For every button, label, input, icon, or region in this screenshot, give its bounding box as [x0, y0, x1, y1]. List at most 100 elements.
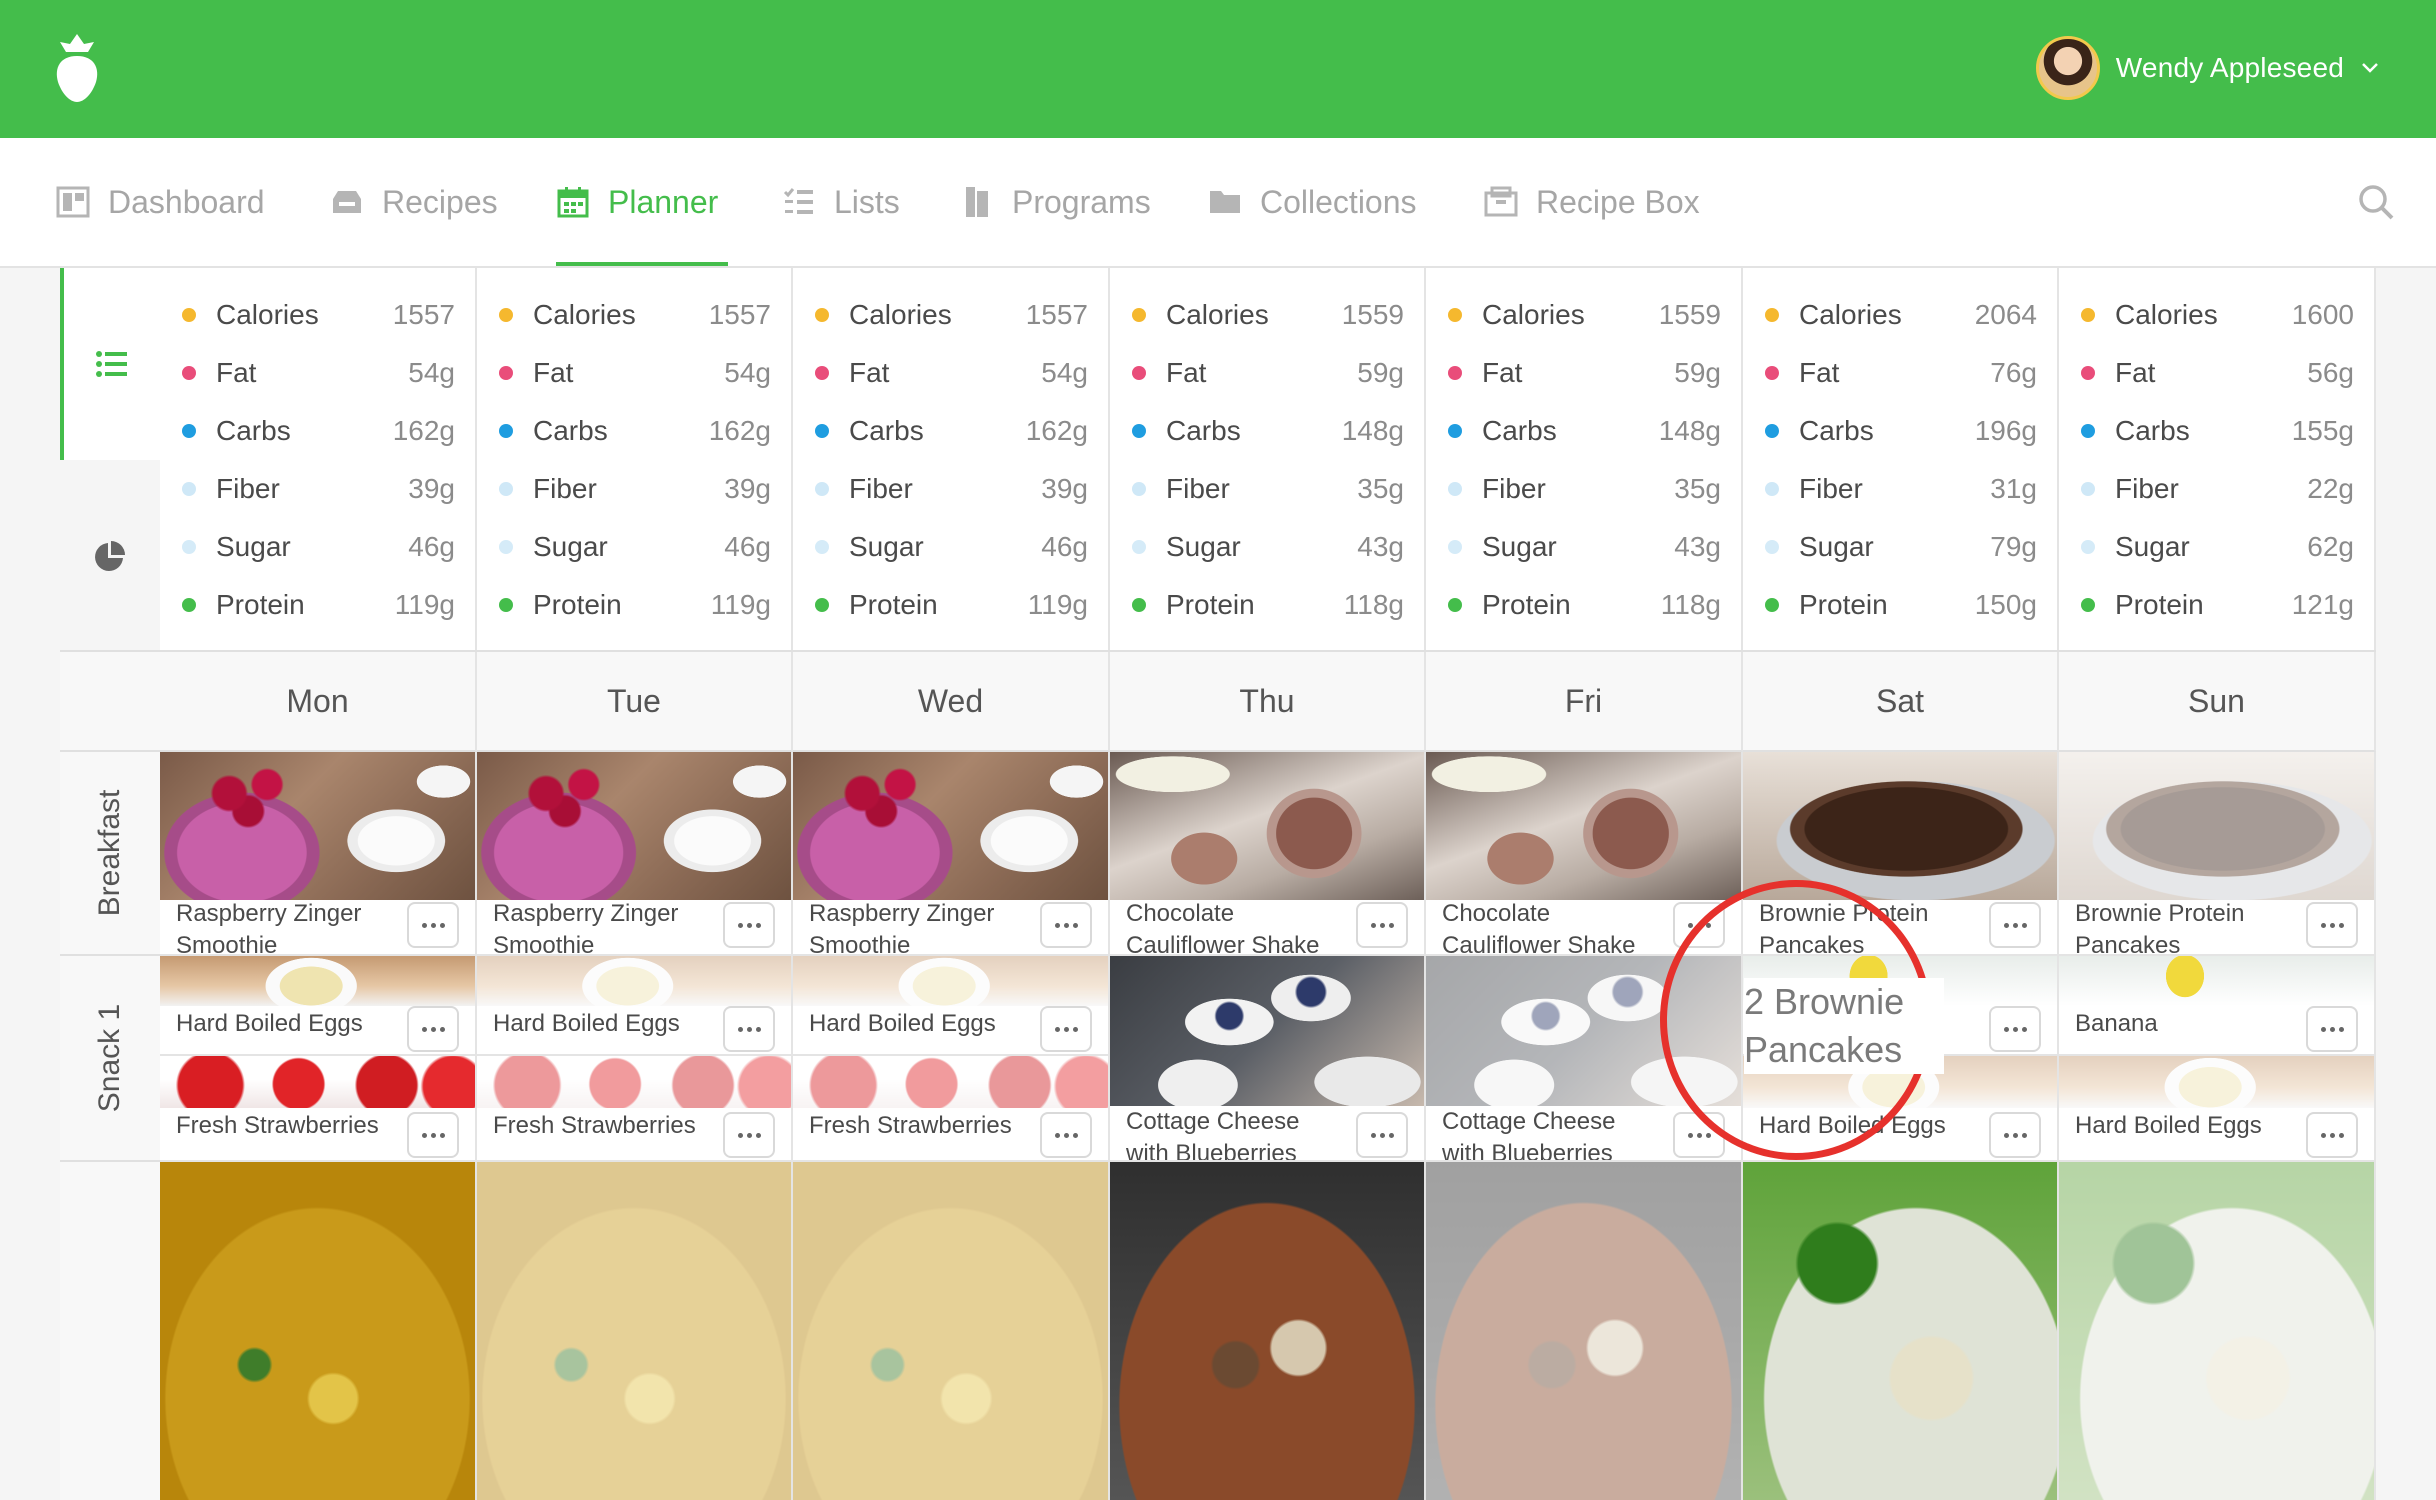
search-icon[interactable]: [2356, 182, 2396, 222]
strawberry-logo-icon[interactable]: [54, 32, 100, 104]
recipe-image[interactable]: [160, 956, 475, 1006]
meal-card[interactable]: [1110, 1162, 1426, 1500]
more-options-button[interactable]: [407, 1006, 459, 1052]
meal-card[interactable]: Fresh Strawberries: [793, 1056, 1110, 1162]
recipe-image[interactable]: [793, 956, 1108, 1006]
recipe-title[interactable]: Hard Boiled Eggs: [493, 1008, 701, 1040]
recipe-title[interactable]: Raspberry Zinger Smoothie: [176, 898, 385, 954]
recipe-title[interactable]: Hard Boiled Eggs: [176, 1008, 385, 1040]
more-options-button[interactable]: [2306, 902, 2358, 948]
recipe-title[interactable]: Chocolate Cauliflower Shake: [1442, 898, 1651, 954]
more-options-button[interactable]: [1356, 902, 1408, 948]
recipe-image[interactable]: [2059, 1056, 2374, 1108]
meal-card[interactable]: [1426, 1162, 1743, 1500]
recipe-title[interactable]: Hard Boiled Eggs: [2075, 1110, 2284, 1142]
recipe-title[interactable]: Raspberry Zinger Smoothie: [809, 898, 1018, 954]
recipe-image[interactable]: [477, 1056, 791, 1108]
more-options-button[interactable]: [1989, 1112, 2041, 1158]
recipe-image[interactable]: [1743, 1162, 2057, 1500]
day-header[interactable]: Sat: [1743, 652, 2059, 752]
nav-collections[interactable]: Collections: [1208, 138, 1417, 266]
recipe-title[interactable]: Cottage Cheese with Blueberries: [1442, 1106, 1651, 1160]
more-options-button[interactable]: [1040, 902, 1092, 948]
user-name[interactable]: Wendy Appleseed: [2116, 52, 2344, 84]
recipe-image[interactable]: [1110, 752, 1424, 900]
more-options-button[interactable]: [1989, 1006, 2041, 1052]
recipe-image[interactable]: [1426, 1162, 1741, 1500]
nav-lists[interactable]: Lists: [782, 138, 900, 266]
meal-card[interactable]: Hard Boiled Eggs: [2059, 1056, 2376, 1162]
meal-card[interactable]: [2059, 1162, 2376, 1500]
day-header[interactable]: Thu: [1110, 652, 1426, 752]
nav-planner[interactable]: Planner: [556, 138, 718, 266]
recipe-image[interactable]: [793, 1162, 1108, 1500]
recipe-image[interactable]: [793, 752, 1108, 900]
recipe-image[interactable]: [793, 1056, 1108, 1108]
more-options-button[interactable]: [1040, 1006, 1092, 1052]
day-header[interactable]: Sun: [2059, 652, 2376, 752]
more-options-button[interactable]: [407, 902, 459, 948]
nav-dashboard[interactable]: Dashboard: [56, 138, 265, 266]
user-menu[interactable]: Wendy Appleseed: [2035, 34, 2380, 102]
recipe-image[interactable]: [2059, 1162, 2374, 1500]
recipe-image[interactable]: [477, 956, 791, 1006]
recipe-image[interactable]: [477, 1162, 791, 1500]
meal-card[interactable]: Fresh Strawberries: [160, 1056, 477, 1162]
more-options-button[interactable]: [2306, 1006, 2358, 1052]
recipe-title[interactable]: Hard Boiled Eggs: [809, 1008, 1018, 1040]
day-header[interactable]: Wed: [793, 652, 1110, 752]
more-options-button[interactable]: [407, 1112, 459, 1158]
recipe-image[interactable]: [2059, 752, 2374, 900]
recipe-image[interactable]: [1743, 752, 2057, 900]
nav-recipe-box[interactable]: Recipe Box: [1484, 138, 1700, 266]
recipe-title[interactable]: Brownie Protein Pancakes: [2075, 898, 2284, 954]
recipe-image[interactable]: [477, 752, 791, 900]
meal-card[interactable]: Banana: [2059, 956, 2376, 1056]
recipe-title[interactable]: Chocolate Cauliflower Shake: [1126, 898, 1334, 954]
recipe-title[interactable]: Fresh Strawberries: [809, 1110, 1018, 1142]
recipe-image[interactable]: [1110, 956, 1424, 1106]
recipe-title[interactable]: Fresh Strawberries: [176, 1110, 385, 1142]
meal-card[interactable]: Hard Boiled Eggs: [793, 956, 1110, 1056]
recipe-image[interactable]: [160, 1162, 475, 1500]
meal-card[interactable]: [160, 1162, 477, 1500]
more-options-button[interactable]: [723, 1112, 775, 1158]
day-header[interactable]: Tue: [477, 652, 793, 752]
meal-card[interactable]: Cottage Cheese with Blueberries: [1110, 956, 1426, 1162]
meal-card[interactable]: [477, 1162, 793, 1500]
meal-card[interactable]: Chocolate Cauliflower Shake: [1110, 752, 1426, 956]
meal-card[interactable]: Hard Boiled Eggs: [160, 956, 477, 1056]
nutrient-value: 79g: [1990, 531, 2037, 562]
nav-recipes[interactable]: Recipes: [330, 138, 498, 266]
avatar[interactable]: [2035, 36, 2100, 100]
recipe-title[interactable]: Raspberry Zinger Smoothie: [493, 898, 701, 954]
day-header[interactable]: Mon: [160, 652, 477, 752]
chart-view-tab[interactable]: [60, 460, 160, 652]
meal-card[interactable]: [793, 1162, 1110, 1500]
meal-card[interactable]: Hard Boiled Eggs: [477, 956, 793, 1056]
meal-card[interactable]: Raspberry Zinger Smoothie: [160, 752, 477, 956]
list-view-tab[interactable]: [60, 268, 160, 460]
more-options-button[interactable]: [2306, 1112, 2358, 1158]
recipe-title[interactable]: Fresh Strawberries: [493, 1110, 701, 1142]
recipe-image[interactable]: [1110, 1162, 1424, 1500]
more-options-button[interactable]: [723, 1006, 775, 1052]
meal-card[interactable]: Raspberry Zinger Smoothie: [477, 752, 793, 956]
meal-card[interactable]: Brownie Protein Pancakes: [2059, 752, 2376, 956]
recipe-title[interactable]: Cottage Cheese with Blueberries: [1126, 1106, 1334, 1160]
recipe-image[interactable]: [160, 752, 475, 900]
recipe-title[interactable]: Banana: [2075, 1008, 2284, 1040]
more-options-button[interactable]: [723, 902, 775, 948]
meal-card[interactable]: [1743, 1162, 2059, 1500]
more-options-button[interactable]: [1040, 1112, 1092, 1158]
more-options-button[interactable]: [1356, 1112, 1408, 1158]
nav-programs[interactable]: Programs: [960, 138, 1151, 266]
meal-card[interactable]: Fresh Strawberries: [477, 1056, 793, 1162]
more-options-button[interactable]: [1989, 902, 2041, 948]
chevron-down-icon[interactable]: [2360, 61, 2380, 75]
day-header[interactable]: Fri: [1426, 652, 1743, 752]
meal-card[interactable]: Raspberry Zinger Smoothie: [793, 752, 1110, 956]
recipe-image[interactable]: [2059, 956, 2374, 1006]
recipe-image[interactable]: [160, 1056, 475, 1108]
recipe-image[interactable]: [1426, 752, 1741, 900]
